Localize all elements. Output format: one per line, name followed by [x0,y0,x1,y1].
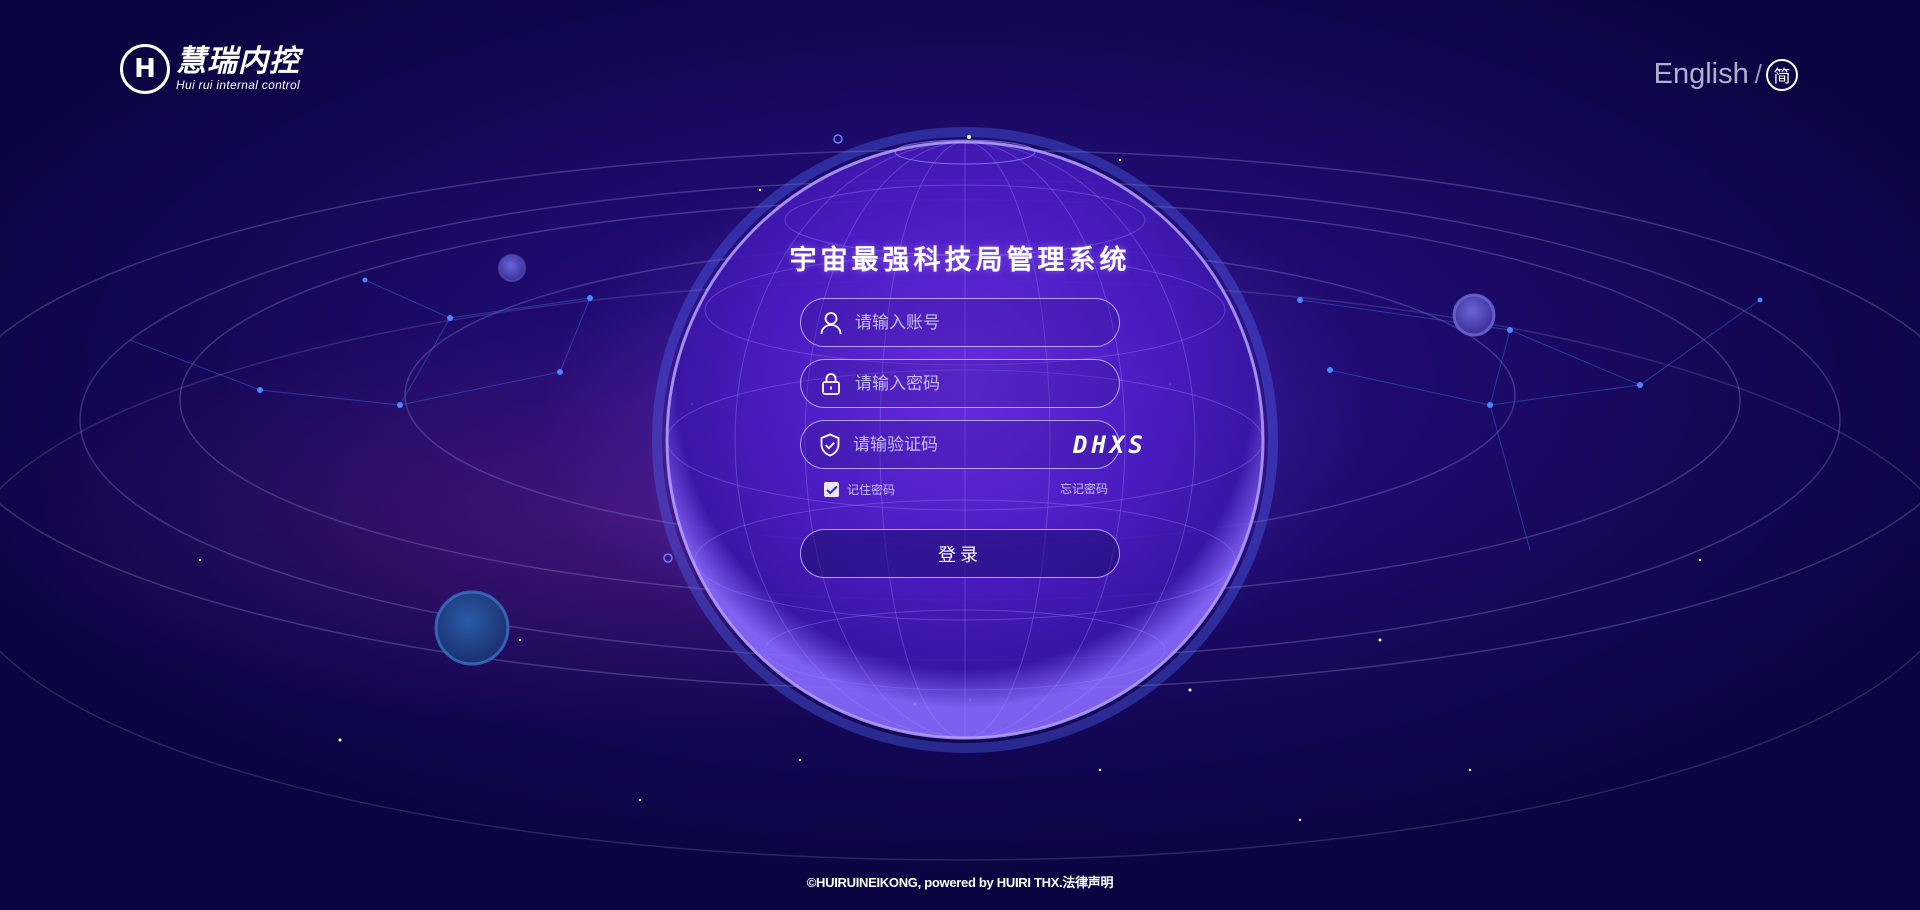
brand-logo[interactable]: H 慧瑞内控 Hui rui internal control [120,44,300,94]
remember-password-checkbox[interactable]: 记住密码 [824,481,895,498]
language-switch: English / 简 [1654,58,1798,91]
username-input[interactable] [855,299,1119,346]
login-page: H 慧瑞内控 Hui rui internal control English … [0,0,1920,910]
logo-name-cn: 慧瑞内控 [176,44,300,79]
user-icon [819,311,843,335]
forgot-password-link[interactable]: 忘记密码 [1040,480,1108,497]
login-button[interactable]: 登录 [800,529,1120,578]
logo-mark-icon: H [120,44,170,94]
logo-name-en: Hui rui internal control [176,78,300,92]
logo-text: 慧瑞内控 Hui rui internal control [176,44,300,92]
captcha-input[interactable] [853,421,1073,468]
lock-icon [819,372,843,396]
language-chinese-button[interactable]: 简 [1766,58,1798,91]
captcha-field[interactable]: DHXS [800,420,1143,469]
checkbox-checked-icon[interactable] [824,482,839,497]
shield-check-icon [819,433,841,457]
username-field[interactable] [800,298,1120,347]
page-title: 宇宙最强科技局管理系统 [789,245,1131,276]
password-input[interactable] [855,360,1119,407]
footer-copyright: ©HUIRUINEIKONG, powered by HUIRI THX.法律声… [806,875,1114,890]
language-english-link[interactable]: English [1654,58,1749,91]
remember-password-label: 记住密码 [847,483,896,497]
password-field[interactable] [800,359,1120,408]
captcha-image[interactable]: DHXS [1073,431,1147,459]
language-separator: / [1754,59,1762,89]
